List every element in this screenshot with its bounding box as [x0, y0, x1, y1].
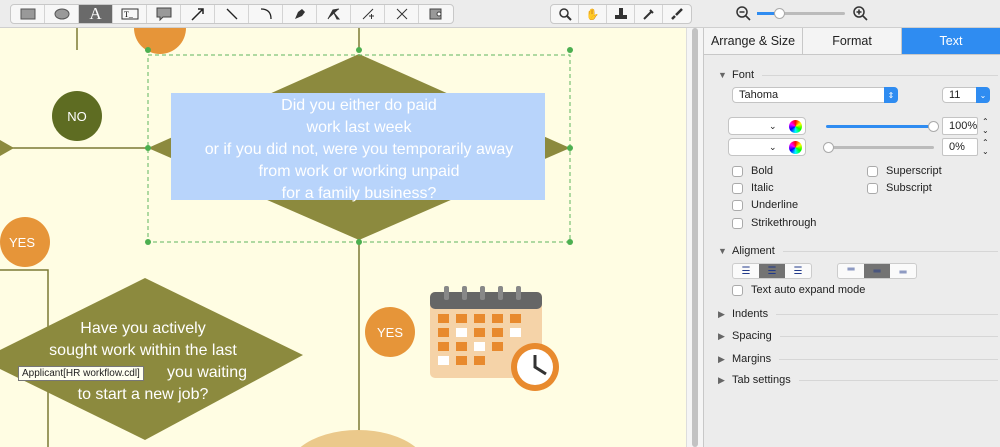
zoom-tool-icon[interactable] [551, 5, 579, 23]
diagram-canvas[interactable]: Did you either do paid work last week or… [0, 28, 686, 447]
tab-arrange-size[interactable]: Arrange & Size [704, 28, 803, 54]
direct-select-icon[interactable] [317, 5, 351, 23]
scissors-icon[interactable] [385, 5, 419, 23]
second-question-line[interactable]: Have you actively [80, 320, 205, 337]
section-label: Indents [732, 308, 769, 320]
align-top-icon[interactable]: ═ [838, 264, 864, 278]
main-question-line[interactable]: from work or working unpaid [259, 163, 460, 180]
tooltip: Applicant[HR workflow.cdl] [18, 366, 144, 381]
background-opacity-value: 0% [949, 141, 965, 153]
bottom-shape[interactable] [300, 429, 416, 447]
add-point-icon[interactable] [351, 5, 385, 23]
section-label: Margins [732, 353, 772, 365]
text-opacity-input[interactable]: 100% [942, 117, 978, 135]
strikethrough-checkbox[interactable]: Strikethrough [732, 217, 816, 229]
text-opacity-value: 100% [949, 120, 978, 132]
yes-circle-top[interactable] [134, 28, 186, 54]
flowchart: Did you either do paid work last week or… [0, 28, 573, 447]
arc-tool-icon[interactable] [249, 5, 283, 23]
toolbar: A T_ ✋ [0, 0, 1000, 28]
margins-section[interactable]: ▶ Margins [718, 353, 998, 365]
text-color-select[interactable]: ⌄ [728, 117, 806, 135]
no-label: NO [67, 109, 87, 124]
auto-expand-label: Text auto expand mode [751, 284, 866, 296]
align-left-icon[interactable]: ☰ [733, 264, 759, 278]
yes-label: YES [377, 325, 403, 340]
subscript-checkbox[interactable]: Subscript [867, 182, 932, 194]
font-section-label: Font [732, 69, 755, 81]
main-question-line[interactable]: for a family business? [282, 185, 437, 202]
view-tools: ✋ [550, 4, 692, 24]
subscript-label: Subscript [886, 182, 932, 194]
horizontal-alignment: ☰ ☰ ☰ [732, 263, 812, 279]
underline-checkbox[interactable]: Underline [732, 199, 798, 211]
main-question-line[interactable]: work last week [306, 119, 413, 136]
underline-label: Underline [751, 199, 799, 211]
italic-label: Italic [751, 182, 774, 194]
second-question-line[interactable]: sought work within the last [49, 342, 237, 359]
section-label: Spacing [732, 330, 772, 342]
inspector-panel: Arrange & Size Format Text ▼ Font Tahoma ⇕… [703, 28, 1000, 447]
align-center-icon[interactable]: ☰ [759, 264, 785, 278]
stamp-tool-icon[interactable] [607, 5, 635, 23]
arrow-tool-icon[interactable] [181, 5, 215, 23]
svg-text:T_: T_ [124, 10, 134, 19]
vertical-scrollbar[interactable] [686, 28, 703, 447]
ellipse-tool-icon[interactable] [45, 5, 79, 23]
text-box-tool-icon[interactable]: T_ [113, 5, 147, 23]
hand-tool-icon[interactable]: ✋ [579, 5, 607, 23]
vertical-alignment: ═ ═ ═ [837, 263, 917, 279]
text-tool-icon[interactable]: A [79, 5, 113, 23]
main-question-line[interactable]: or if you did not, were you temporarily … [205, 141, 514, 158]
auto-expand-checkbox[interactable]: Text auto expand mode [732, 284, 865, 296]
line-tool-icon[interactable] [215, 5, 249, 23]
align-middle-icon[interactable]: ═ [864, 264, 890, 278]
spacing-section[interactable]: ▶ Spacing [718, 330, 998, 342]
zoom-in-icon[interactable] [852, 5, 868, 24]
font-name-value: Tahoma [739, 89, 779, 101]
stepper[interactable]: ⌃ ⌄ [982, 138, 989, 156]
font-section-header[interactable]: ▼ Font [718, 69, 998, 81]
main-question-line[interactable]: Did you either do paid [281, 97, 437, 114]
bold-checkbox[interactable]: Bold [732, 165, 773, 177]
font-size-value: 11 [949, 89, 961, 101]
superscript-checkbox[interactable]: Superscript [867, 165, 942, 177]
background-opacity-slider[interactable] [823, 142, 934, 153]
section-label: Tab settings [732, 374, 791, 386]
zoom-out-icon[interactable] [735, 5, 751, 24]
strikethrough-label: Strikethrough [751, 217, 817, 229]
align-bottom-icon[interactable]: ═ [890, 264, 916, 278]
superscript-label: Superscript [886, 165, 942, 177]
tab-text[interactable]: Text [902, 28, 1000, 54]
yes-label: YES [9, 235, 35, 250]
background-opacity-input[interactable]: 0% [942, 138, 978, 156]
second-question-line[interactable]: you waiting [167, 364, 247, 381]
align-right-icon[interactable]: ☰ [785, 264, 811, 278]
italic-checkbox[interactable]: Italic [732, 182, 774, 194]
alignment-section-header[interactable]: ▼ Aligment [718, 245, 998, 257]
tab-format[interactable]: Format [803, 28, 902, 54]
background-color-select[interactable]: ⌄ [728, 138, 806, 156]
font-size-select[interactable]: 11 ⌄ [942, 87, 990, 103]
second-question-line[interactable]: to start a new job? [78, 386, 209, 403]
stepper[interactable]: ⌃ ⌄ [982, 117, 989, 135]
tab-settings-section[interactable]: ▶ Tab settings [718, 374, 998, 386]
rectangle-tool-icon[interactable] [11, 5, 45, 23]
callout-tool-icon[interactable] [147, 5, 181, 23]
calendar-clock-icon [430, 286, 559, 391]
alignment-section-label: Aligment [732, 245, 775, 257]
drawing-tools: A T_ [10, 4, 454, 24]
color-wheel-icon[interactable] [789, 120, 802, 133]
second-decision-diamond[interactable] [0, 278, 303, 440]
bold-label: Bold [751, 165, 774, 177]
text-opacity-slider[interactable] [826, 121, 939, 132]
brush-icon[interactable] [663, 5, 691, 23]
zoom-slider[interactable] [757, 8, 845, 19]
color-wheel-icon[interactable] [789, 141, 802, 154]
container-tool-icon[interactable] [419, 5, 453, 23]
eyedropper-icon[interactable] [635, 5, 663, 23]
font-name-select[interactable]: Tahoma ⇕ [732, 87, 898, 103]
indents-section[interactable]: ▶ Indents [718, 308, 998, 320]
pen-tool-icon[interactable] [283, 5, 317, 23]
